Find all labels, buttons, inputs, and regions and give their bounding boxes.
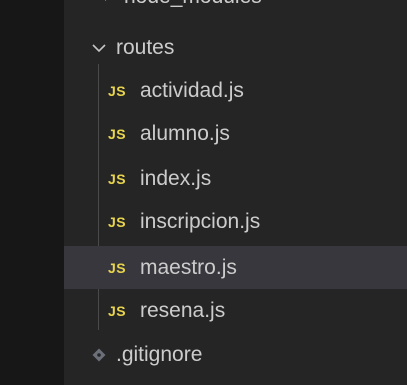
file-label: resena.js: [140, 298, 226, 322]
chevron-right-icon: ›: [98, 0, 116, 7]
activity-bar-gutter: [0, 0, 64, 385]
tree-item-file[interactable]: JS alumno.js: [64, 112, 407, 155]
js-file-icon: JS: [108, 302, 127, 319]
file-label: index.js: [140, 166, 212, 190]
js-file-icon: JS: [108, 213, 127, 230]
file-label: maestro.js: [140, 255, 237, 279]
tree-item-file-selected[interactable]: JS maestro.js: [64, 246, 407, 289]
tree-item-file[interactable]: JS index.js: [64, 157, 407, 200]
js-file-icon: JS: [108, 259, 127, 276]
file-explorer: › node_modules routes JS actividad.js JS…: [64, 0, 407, 385]
js-file-icon: JS: [108, 82, 127, 99]
file-label: alumno.js: [140, 121, 230, 145]
js-file-icon: JS: [108, 170, 127, 187]
tree-item-file[interactable]: JS resena.js: [64, 289, 407, 332]
tree-item-gitignore[interactable]: .gitignore: [64, 333, 407, 376]
file-label: inscripcion.js: [140, 209, 261, 233]
tree-item-node-modules[interactable]: › node_modules: [64, 0, 407, 12]
tree-item-file[interactable]: JS inscripcion.js: [64, 200, 407, 243]
folder-label: node_modules: [124, 0, 262, 9]
chevron-down-icon: [90, 38, 108, 58]
folder-label: routes: [116, 35, 175, 59]
tree-item-routes-folder[interactable]: routes: [64, 26, 407, 69]
file-label: actividad.js: [140, 78, 244, 102]
file-label: .gitignore: [116, 342, 203, 366]
tree-item-file[interactable]: JS actividad.js: [64, 69, 407, 112]
js-file-icon: JS: [108, 125, 127, 142]
git-diamond-icon: [92, 348, 106, 362]
